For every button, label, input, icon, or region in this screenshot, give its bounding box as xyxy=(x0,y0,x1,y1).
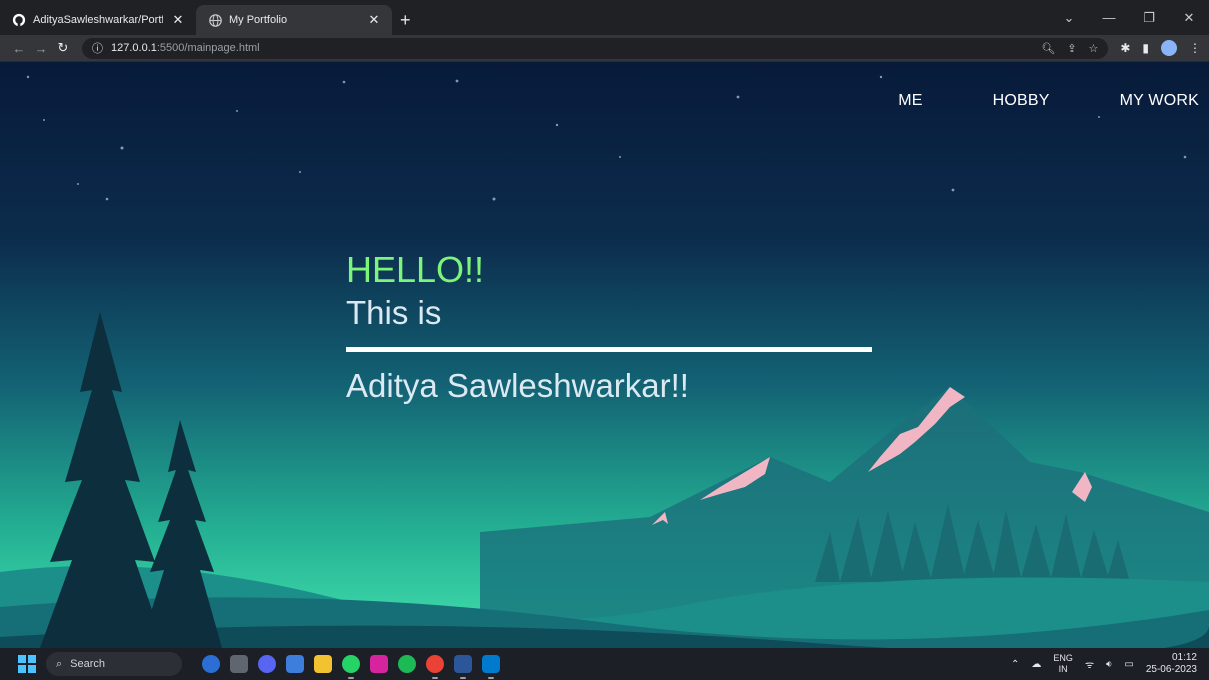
reload-icon[interactable]: ↻ xyxy=(52,40,74,56)
extensions-icon[interactable]: ✱ xyxy=(1120,41,1130,55)
restore-icon[interactable]: ❐ xyxy=(1129,10,1169,26)
hello-heading: HELLO!! xyxy=(346,249,485,290)
word-icon[interactable] xyxy=(454,655,472,679)
tab-title: AdityaSawleshwarkar/Portfolio xyxy=(33,14,163,26)
nav-link-me[interactable]: ME xyxy=(898,92,922,110)
minimize-icon[interactable]: — xyxy=(1089,10,1129,25)
url-host: 127.0.0.1 xyxy=(111,42,157,54)
profile-avatar-icon[interactable] xyxy=(1161,40,1177,56)
taskbar-search[interactable]: ⌕ Search xyxy=(46,652,182,676)
windows-start-icon[interactable] xyxy=(18,655,36,673)
divider-line xyxy=(346,347,872,352)
close-tab-icon[interactable]: ✕ xyxy=(170,12,186,28)
nav-link-my-work[interactable]: MY WORK xyxy=(1120,92,1199,110)
instagram-icon[interactable] xyxy=(370,655,388,673)
zoom-icon[interactable]: 🔍︎ xyxy=(1041,42,1055,55)
nav-link-hobby[interactable]: HOBBY xyxy=(993,92,1050,110)
close-tab-icon[interactable]: ✕ xyxy=(366,12,382,28)
windows-taskbar: ⌕ Search ⌃ ☁ ENG IN ᯤ 🔉︎ ▭ 01:12 25-06-2… xyxy=(0,648,1209,680)
tab-search-chevron-icon[interactable]: ⌄ xyxy=(1049,10,1089,26)
address-bar[interactable]: ⓘ 127.0.0.1 :5500/mainpage.html 🔍︎ ⇪ ☆ xyxy=(82,37,1109,59)
window-controls: ⌄ — ❐ ✕ xyxy=(1049,0,1209,35)
browser-toolbar: ← → ↻ ⓘ 127.0.0.1 :5500/mainpage.html 🔍︎… xyxy=(0,35,1209,62)
clock[interactable]: 01:12 25-06-2023 xyxy=(1146,652,1197,676)
whatsapp-icon[interactable] xyxy=(342,655,360,679)
volume-icon[interactable]: 🔉︎ xyxy=(1106,659,1112,670)
wifi-icon[interactable]: ᯤ xyxy=(1085,657,1094,671)
info-icon[interactable]: ⓘ xyxy=(92,40,103,56)
tab-title: My Portfolio xyxy=(229,14,288,26)
tray-chevron-icon[interactable]: ⌃ xyxy=(1011,659,1019,670)
intro-text: This is xyxy=(346,294,442,331)
bookmark-star-icon[interactable]: ☆ xyxy=(1088,42,1098,55)
system-tray: ⌃ ☁ ENG IN ᯤ 🔉︎ ▭ 01:12 25-06-2023 xyxy=(1011,652,1209,676)
vscode-icon[interactable] xyxy=(482,655,500,679)
menu-kebab-icon[interactable]: ⋮ xyxy=(1189,41,1201,55)
discord-icon[interactable] xyxy=(258,655,276,673)
file-explorer-icon[interactable] xyxy=(314,655,332,673)
widgets-icon[interactable] xyxy=(202,655,220,673)
new-tab-icon[interactable]: + xyxy=(400,5,411,35)
hero-section: HELLO!! This is Aditya Sawleshwarkar!! xyxy=(346,250,872,406)
onedrive-icon[interactable]: ☁ xyxy=(1031,659,1041,670)
side-panel-icon[interactable]: ▮ xyxy=(1142,41,1149,55)
tab-my-portfolio[interactable]: My Portfolio ✕ xyxy=(196,5,392,35)
taskbar-apps xyxy=(202,655,500,679)
main-nav: ME HOBBY MY WORK xyxy=(828,92,1199,110)
close-window-icon[interactable]: ✕ xyxy=(1169,10,1209,26)
name-heading: Aditya Sawleshwarkar!! xyxy=(346,367,689,404)
url-path: :5500/mainpage.html xyxy=(156,42,260,54)
globe-icon xyxy=(208,13,222,27)
search-placeholder: Search xyxy=(70,658,106,670)
browser-titlebar: AdityaSawleshwarkar/Portfolio ✕ My Portf… xyxy=(0,0,1209,35)
battery-icon[interactable]: ▭ xyxy=(1124,659,1133,670)
tab-github[interactable]: AdityaSawleshwarkar/Portfolio ✕ xyxy=(0,5,196,35)
task-view-icon[interactable] xyxy=(230,655,248,673)
forward-icon[interactable]: → xyxy=(30,41,52,56)
github-icon xyxy=(12,13,26,27)
chrome-icon[interactable] xyxy=(426,655,444,679)
search-icon: ⌕ xyxy=(56,657,63,670)
share-icon[interactable]: ⇪ xyxy=(1067,42,1076,55)
back-icon[interactable]: ← xyxy=(8,41,30,56)
page-viewport: ME HOBBY MY WORK HELLO!! This is Aditya … xyxy=(0,62,1209,648)
spotify-icon[interactable] xyxy=(398,655,416,673)
store-icon[interactable] xyxy=(286,655,304,673)
language-indicator[interactable]: ENG IN xyxy=(1053,653,1073,675)
